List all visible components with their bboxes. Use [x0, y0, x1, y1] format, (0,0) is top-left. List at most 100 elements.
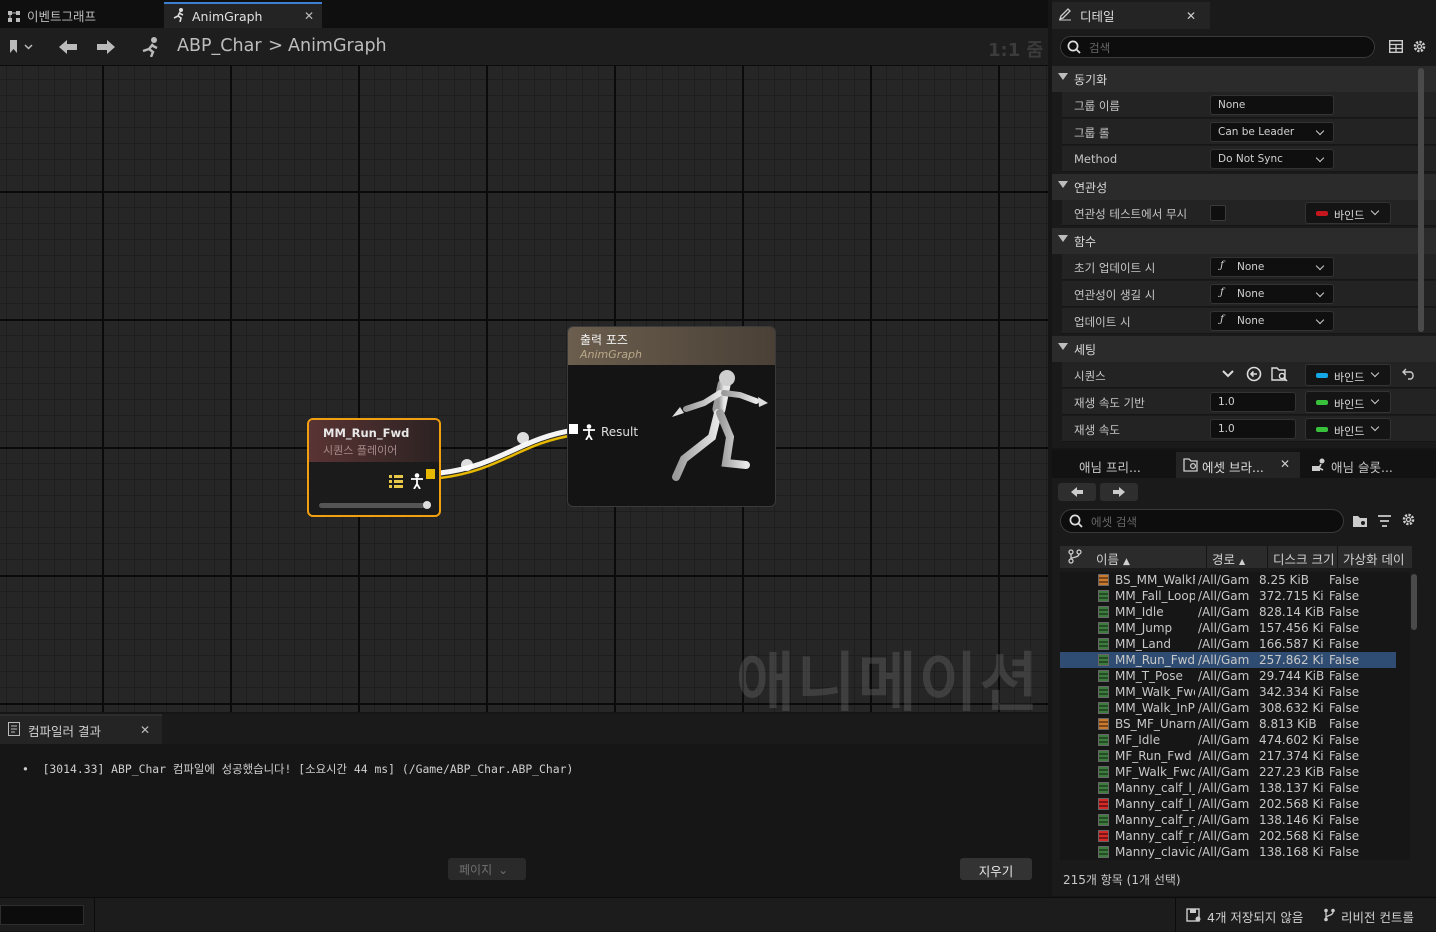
row-label: Method	[1074, 152, 1118, 166]
asset-row[interactable]: Manny_calf_l_pc/All/Gam 202.568 Ki False	[1060, 796, 1396, 812]
column-name[interactable]: 이름 ▲	[1096, 549, 1130, 568]
source-control-icon[interactable]	[1068, 549, 1082, 567]
tab-asset-browser[interactable]: 에셋 브라... ✕	[1176, 452, 1300, 478]
asset-name: Manny_calf_l_ar	[1115, 781, 1195, 795]
pose-wire[interactable]	[0, 66, 1048, 712]
close-icon[interactable]: ✕	[140, 723, 150, 737]
tab-anim-slot[interactable]: 애님 슬롯...	[1304, 452, 1432, 478]
reset-to-default-icon[interactable]	[1402, 368, 1416, 383]
bookmark-icon[interactable]	[8, 39, 34, 58]
asset-row[interactable]: MM_Walk_Fwd/All/Gam 342.334 Ki False	[1060, 684, 1396, 700]
history-forward-button[interactable]	[1100, 483, 1138, 501]
column-disk-size[interactable]: 디스크 크기	[1273, 549, 1334, 568]
tab-event-graph[interactable]: 이벤트그래프	[0, 2, 160, 28]
asset-row[interactable]: Manny_clavicle/All/Gam 138.168 Ki False	[1060, 844, 1396, 860]
asset-row[interactable]: MM_Fall_Loop/All/Gam 372.715 Ki False	[1060, 588, 1396, 604]
asset-row[interactable]: BS_MM_WalkRu/All/Gam 8.25 KiB False	[1060, 572, 1396, 588]
group-role-dropdown[interactable]: Can be Leader	[1210, 122, 1334, 142]
asset-row[interactable]: MM_T_Pose/All/Gam 29.744 KiB False	[1060, 668, 1396, 684]
tab-compiler-results[interactable]: 컴파일러 결과 ✕	[0, 714, 162, 744]
gear-icon[interactable]	[1412, 39, 1427, 57]
asset-row[interactable]: BS_MF_Unarme/All/Gam 8.813 KiB False	[1060, 716, 1396, 732]
unsaved-assets-button[interactable]: 4개 저장되지 않음	[1186, 907, 1303, 926]
chevron-down-icon[interactable]	[1221, 368, 1235, 383]
asset-name-cell: MM_Fall_Loop	[1098, 588, 1195, 604]
ignore-relevancy-checkbox[interactable]	[1210, 205, 1226, 221]
pose-pin-icon[interactable]	[410, 473, 424, 492]
asset-name: Manny_calf_r_p	[1115, 829, 1195, 843]
revision-control-button[interactable]: 리비전 컨트롤	[1323, 907, 1414, 926]
tab-anim-preview[interactable]: 애님 프리...	[1054, 452, 1174, 478]
sequence-player-node[interactable]: MM_Run_Fwd 시퀀스 플레이어	[307, 418, 441, 517]
section-relevancy[interactable]: 연관성	[1052, 174, 1436, 200]
animation-asset-icon	[1098, 782, 1109, 794]
output-pose-node[interactable]: 출력 포즈 AnimGraph Result	[567, 326, 776, 507]
tab-details[interactable]: 디테일 ✕	[1052, 2, 1210, 29]
animation-asset-icon	[1098, 654, 1109, 666]
group-name-input[interactable]: None	[1210, 95, 1334, 115]
bind-dropdown[interactable]: 바인드	[1305, 391, 1391, 413]
breadcrumb-leaf[interactable]: AnimGraph	[288, 36, 387, 56]
on-update-function-dropdown[interactable]: ƒ None	[1210, 311, 1334, 331]
browse-asset-icon[interactable]	[1271, 366, 1289, 385]
asset-list[interactable]: BS_MM_WalkRu/All/Gam8.25 KiBFalseMM_Fall…	[1060, 572, 1410, 860]
asset-list-header: 이름 ▲ 경로 ▲ 디스크 크기 가상화 데이	[1060, 546, 1412, 568]
close-icon[interactable]: ✕	[1280, 457, 1290, 471]
back-arrow-icon[interactable]	[58, 39, 78, 58]
bind-dropdown[interactable]: 바인드	[1305, 202, 1391, 224]
details-scrollbar[interactable]	[1418, 68, 1424, 332]
asset-row[interactable]: MM_Run_Fwd/All/Gam 257.862 Ki False	[1060, 652, 1396, 668]
page-dropdown[interactable]: 페이지 ⌄	[448, 858, 526, 880]
tab-animgraph[interactable]: AnimGraph ✕	[164, 2, 322, 28]
breadcrumb-root[interactable]: ABP_Char	[177, 36, 262, 56]
anim-graph-canvas[interactable]: 애니메이션 MM_Run_Fwd 시퀀스 플레이어 출력 포즈 AnimGrap…	[0, 66, 1048, 712]
playback-progress-handle[interactable]	[423, 501, 431, 509]
console-input[interactable]	[0, 905, 84, 925]
bind-dropdown[interactable]: 바인드	[1305, 364, 1391, 386]
compiler-results-panel: 컴파일러 결과 ✕ • [3014.33] ABP_Char 컴파일에 성공했습…	[0, 714, 1048, 897]
use-selected-asset-icon[interactable]	[1246, 366, 1262, 385]
row-become-relevant: 연관성이 생길 시 ƒ None	[1062, 281, 1436, 307]
section-functions[interactable]: 함수	[1052, 228, 1436, 254]
initial-update-function-dropdown[interactable]: ƒ None	[1210, 257, 1334, 277]
clear-button[interactable]: 지우기	[960, 858, 1032, 880]
asset-row[interactable]: MM_Land/All/Gam 166.587 Ki False	[1060, 636, 1396, 652]
asset-row[interactable]: MM_Walk_InPla/All/Gam 308.632 Ki False	[1060, 700, 1396, 716]
asset-row[interactable]: MM_Jump/All/Gam 157.456 Ki False	[1060, 620, 1396, 636]
forward-arrow-icon[interactable]	[96, 39, 116, 58]
folder-icon[interactable]	[1352, 514, 1369, 531]
asset-row[interactable]: MF_Run_Fwd/All/Gam 217.374 Ki False	[1060, 748, 1396, 764]
asset-list-scrollbar[interactable]	[1411, 574, 1417, 630]
asset-search-input[interactable]: 에셋 검색	[1060, 509, 1344, 533]
column-virtualized[interactable]: 가상화 데이	[1343, 549, 1411, 568]
asset-row[interactable]: MF_Idle/All/Gam 474.602 Ki False	[1060, 732, 1396, 748]
asset-row[interactable]: MF_Walk_Fwd/All/Gam 227.23 KiB False	[1060, 764, 1396, 780]
bind-dropdown[interactable]: 바인드	[1305, 418, 1391, 440]
column-path[interactable]: 경로 ▲	[1212, 549, 1245, 568]
asset-size: 29.744 KiB	[1259, 669, 1325, 683]
asset-row[interactable]: Manny_calf_r_p/All/Gam 202.568 Ki False	[1060, 828, 1396, 844]
asset-name-cell: MM_Jump	[1098, 620, 1195, 636]
play-rate-basis-input[interactable]: 1.0	[1210, 392, 1296, 412]
history-back-button[interactable]	[1058, 483, 1096, 501]
asset-row[interactable]: MM_Idle/All/Gam 828.14 KiB False	[1060, 604, 1396, 620]
section-sync[interactable]: 동기화	[1052, 66, 1436, 92]
table-view-icon[interactable]	[1388, 39, 1404, 56]
graph-toolbar: ABP_Char > AnimGraph 1:1 줌	[0, 28, 1048, 66]
output-pin[interactable]	[426, 469, 435, 479]
become-relevant-function-dropdown[interactable]: ƒ None	[1210, 284, 1334, 304]
gear-icon[interactable]	[1401, 512, 1416, 530]
section-settings[interactable]: 세팅	[1052, 336, 1436, 362]
play-rate-input[interactable]: 1.0	[1210, 419, 1296, 439]
close-icon[interactable]: ✕	[304, 9, 314, 23]
unsaved-label: 4개 저장되지 않음	[1207, 910, 1304, 925]
asset-row[interactable]: Manny_calf_r_a/All/Gam 138.146 Ki False	[1060, 812, 1396, 828]
close-icon[interactable]: ✕	[1186, 9, 1196, 23]
function-value: None	[1237, 315, 1265, 327]
asset-row[interactable]: Manny_calf_l_ar/All/Gam 138.137 Ki False	[1060, 780, 1396, 796]
details-search-input[interactable]: 검색	[1060, 36, 1375, 58]
method-dropdown[interactable]: Do Not Sync	[1210, 149, 1334, 169]
result-input-pin[interactable]	[569, 424, 578, 434]
filter-icon[interactable]	[1377, 514, 1392, 531]
asset-tab-bar: 애님 프리... 에셋 브라... ✕ 애님 슬롯...	[1052, 450, 1436, 478]
